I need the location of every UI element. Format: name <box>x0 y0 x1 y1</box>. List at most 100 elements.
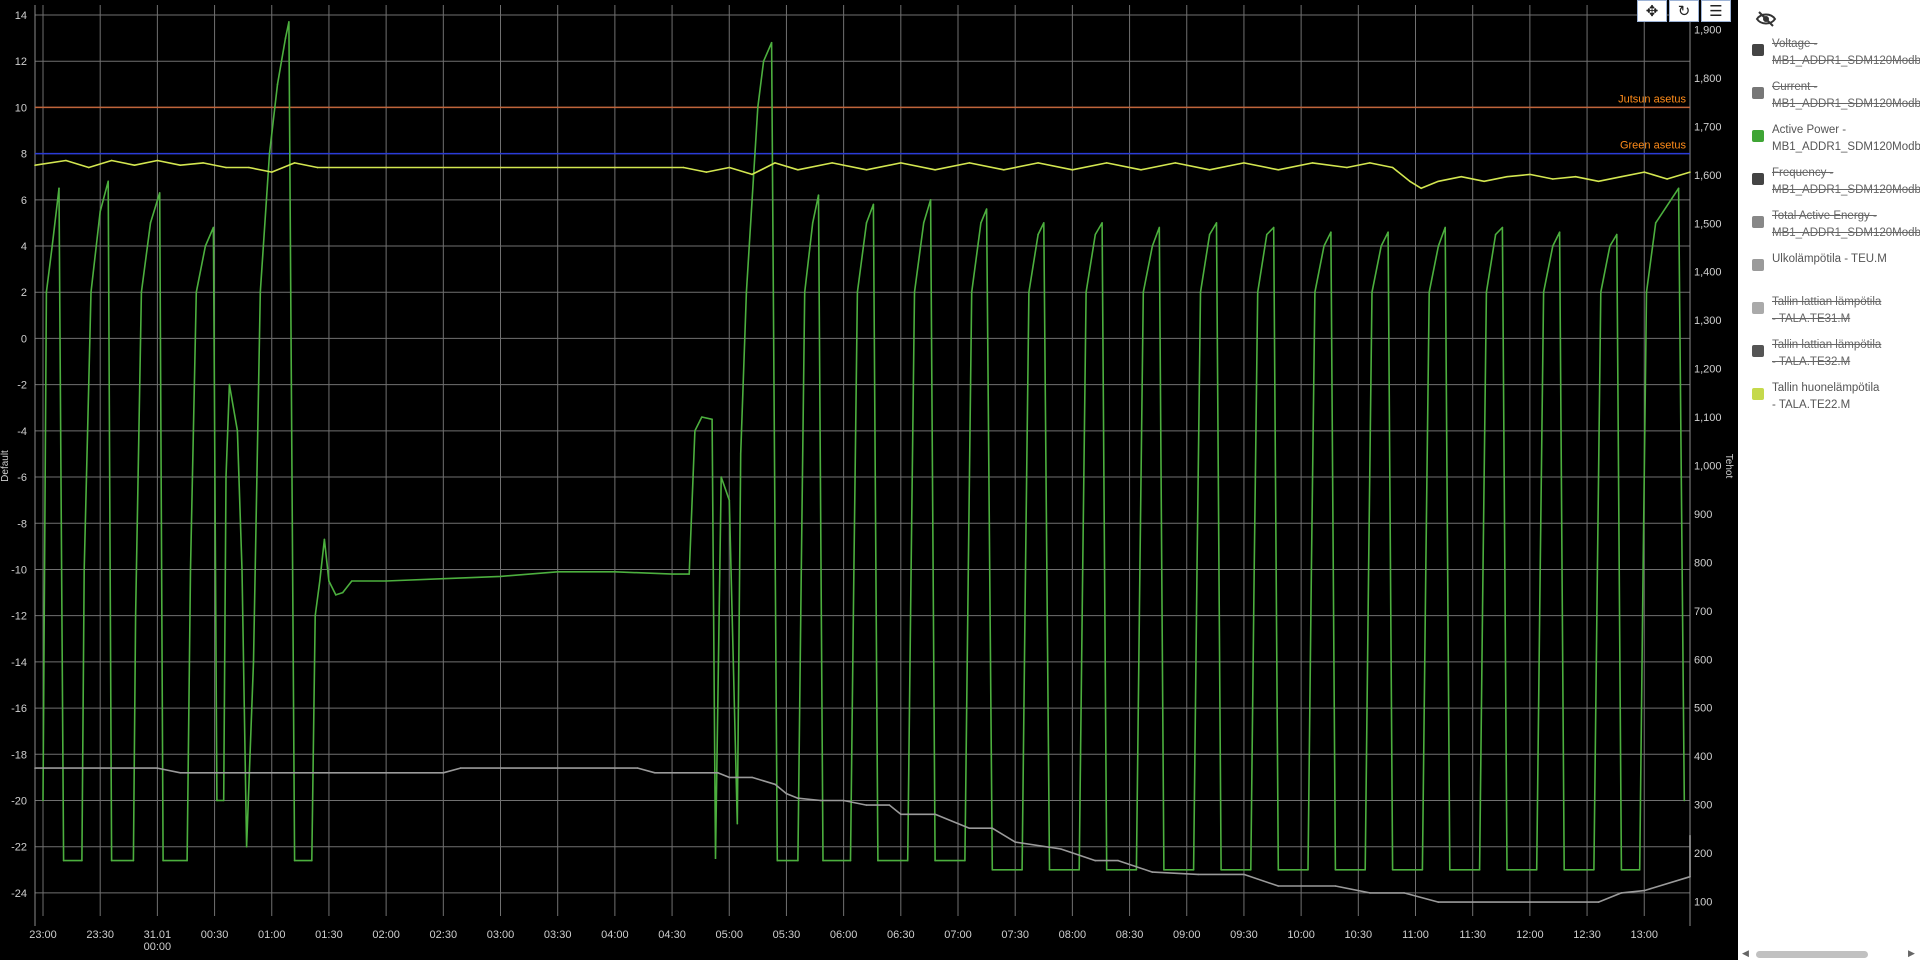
data-point <box>110 859 113 862</box>
data-point <box>614 166 616 169</box>
data-point <box>228 383 231 386</box>
data-point <box>1330 231 1332 233</box>
y-left-tick-label: -18 <box>11 749 27 761</box>
data-point <box>1609 245 1611 247</box>
data-point <box>99 210 101 213</box>
data-point <box>134 614 137 617</box>
data-point <box>888 804 891 806</box>
legend-item[interactable]: Total Active Energy - MB1_ADDR1_SDM120Mod… <box>1752 208 1920 242</box>
scroll-right-icon[interactable]: ▶ <box>1908 948 1915 959</box>
data-point <box>1597 180 1600 183</box>
data-point <box>42 799 44 802</box>
legend-item[interactable]: Voltage - MB1_ADDR1_SDM120Modbus <box>1752 36 1920 70</box>
scroll-left-icon[interactable]: ◀ <box>1742 948 1749 959</box>
data-point <box>1208 233 1211 236</box>
y-right-tick-label: 1,100 <box>1694 412 1722 424</box>
data-point <box>757 106 759 109</box>
x-tick-label: 11:00 <box>1402 929 1429 941</box>
data-point <box>1135 869 1138 871</box>
legend-item[interactable]: Current - MB1_ADDR1_SDM120Modbus <box>1752 79 1920 113</box>
data-point <box>714 857 717 859</box>
data-point <box>900 162 902 164</box>
legend-item[interactable]: Tallin lattian lämpötila - TALA.TE31.M <box>1752 294 1920 328</box>
data-point <box>58 187 60 190</box>
legend-item[interactable]: Frequency - MB1_ADDR1_SDM120Modbus <box>1752 165 1920 199</box>
data-point <box>1151 245 1154 247</box>
data-point <box>1574 175 1577 178</box>
data-point <box>1643 171 1646 173</box>
data-point <box>319 580 321 582</box>
x-tick-label: 09:30 <box>1230 929 1258 941</box>
pan-button[interactable]: ✥ <box>1637 0 1667 22</box>
data-point <box>1272 226 1275 229</box>
data-point <box>1460 175 1463 178</box>
x-tick-label: 01:30 <box>315 929 343 941</box>
legend-label-line1: Frequency - <box>1772 167 1834 179</box>
legend-visibility-toggle[interactable] <box>1755 10 1781 30</box>
legend-item[interactable]: Ulkolämpötila - TEU.M <box>1752 251 1920 285</box>
data-point <box>1425 568 1427 571</box>
legend-item[interactable]: Tallin huonelämpötila - TALA.TE22.M <box>1752 380 1920 414</box>
data-point <box>1250 869 1252 871</box>
data-point <box>1163 869 1165 871</box>
data-point <box>934 813 936 816</box>
x-tick-label: 10:00 <box>1287 929 1315 941</box>
data-point <box>1158 226 1161 229</box>
legend-item[interactable]: Active Power - MB1_ADDR1_SDM120Modbus <box>1752 122 1920 156</box>
data-point <box>1151 871 1154 873</box>
data-point <box>1535 869 1538 871</box>
x-tick-label: 31.01 <box>144 929 172 941</box>
data-point <box>1139 568 1141 571</box>
data-point <box>1307 869 1309 871</box>
data-point <box>1105 869 1108 871</box>
data-point <box>774 162 776 164</box>
data-point <box>1620 892 1623 894</box>
scrollbar-thumb[interactable] <box>1756 951 1868 958</box>
reset-zoom-button[interactable]: ↻ <box>1669 0 1699 22</box>
data-point <box>222 799 225 802</box>
data-point <box>442 772 445 774</box>
data-point <box>1409 180 1411 183</box>
data-point <box>556 571 559 573</box>
data-point <box>156 767 159 769</box>
data-point <box>970 291 973 294</box>
data-point <box>133 164 136 166</box>
menu-button[interactable]: ☰ <box>1701 0 1731 22</box>
data-point <box>385 166 387 169</box>
data-point <box>1494 233 1497 236</box>
data-point <box>132 859 135 862</box>
data-point <box>288 21 290 23</box>
x-tick-label: 08:00 <box>1059 929 1087 941</box>
series-group <box>34 767 1691 903</box>
data-point <box>922 222 925 224</box>
series-group <box>42 21 1686 871</box>
x-tick-label: 09:00 <box>1173 929 1201 941</box>
data-point <box>865 804 868 806</box>
x-tick-label: 13:00 <box>1630 929 1658 941</box>
legend-item[interactable]: Tallin lattian lämpötila - TALA.TE32.M <box>1752 337 1920 371</box>
data-point <box>736 822 739 825</box>
y-right-tick-label: 100 <box>1694 896 1712 908</box>
data-point <box>284 37 287 39</box>
data-point <box>1094 233 1097 236</box>
x-tick-label: 01:00 <box>258 929 286 941</box>
horizontal-scrollbar[interactable]: ◀ ▶ <box>1742 948 1918 960</box>
y-right-tick-label: 1,300 <box>1694 315 1722 327</box>
data-point <box>1101 222 1103 224</box>
data-point <box>1391 166 1394 169</box>
x-tick-label: 00:30 <box>201 929 229 941</box>
data-point <box>204 245 207 247</box>
data-point <box>1677 187 1680 190</box>
data-point <box>800 568 803 571</box>
data-point <box>499 166 502 169</box>
legend-label-line1: Voltage - <box>1772 38 1818 50</box>
legend-label: Ulkolämpötila - TEU.M <box>1772 251 1887 268</box>
data-point <box>316 166 319 169</box>
data-point <box>311 859 313 862</box>
data-point <box>1037 162 1039 164</box>
data-point <box>1558 231 1561 233</box>
data-point <box>252 661 255 663</box>
data-point <box>1334 869 1337 871</box>
y-left-tick-label: 10 <box>15 102 27 114</box>
chart-area: 14 12 10 8 6 4 2 0 -2 -4 -6 -8 -10 -12 -14 -16 -18 -20 -22… <box>0 0 1738 960</box>
